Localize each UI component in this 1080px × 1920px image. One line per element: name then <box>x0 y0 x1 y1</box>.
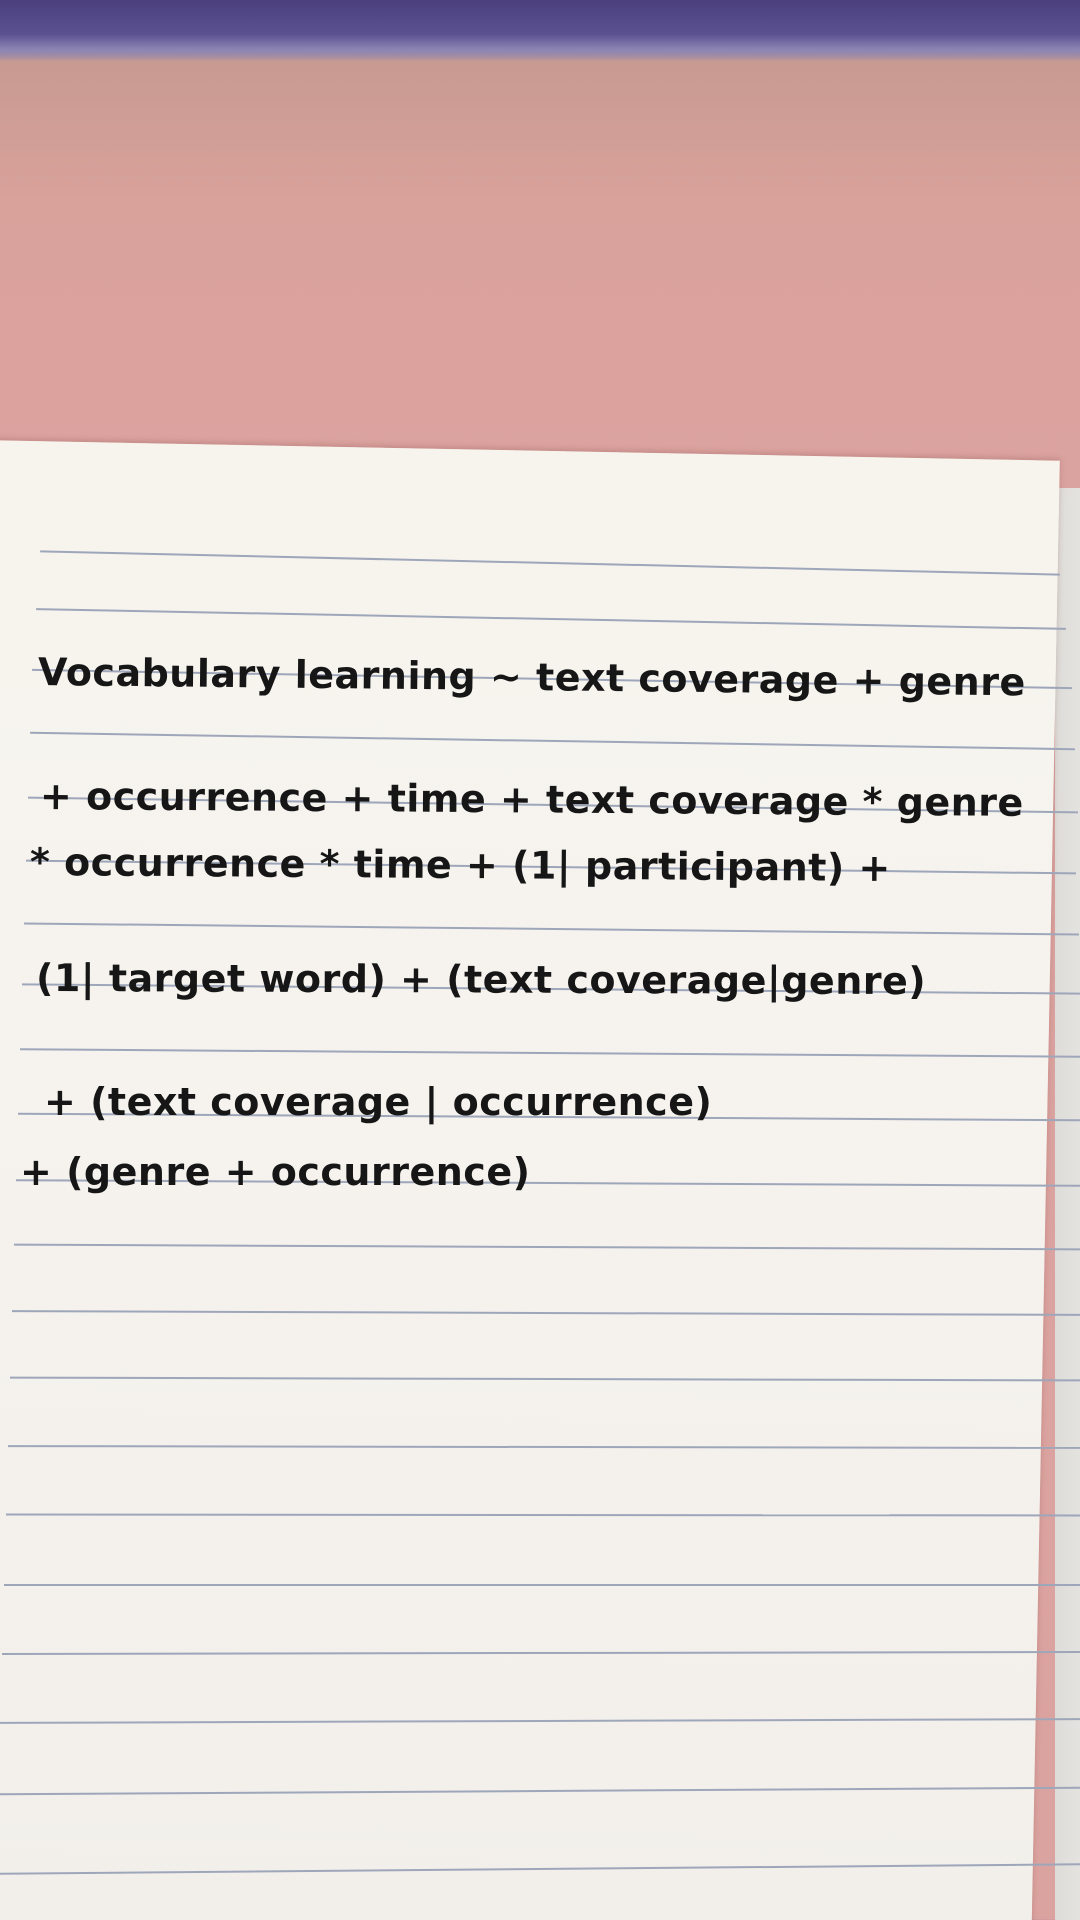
note-line-3: * occurrence * time + (1| participant) + <box>29 840 891 891</box>
note-line-4: (1| target word) + (text coverage|genre) <box>35 956 927 1004</box>
note-line-6: + (genre + occurrence) <box>20 1150 531 1194</box>
note-line-5: + (text coverage | occurrence) <box>44 1080 713 1124</box>
notebook-page-edge <box>1055 488 1080 1920</box>
fabric-background <box>0 0 1080 62</box>
note-line-2: + occurrence + time + text coverage * ge… <box>39 774 1024 825</box>
rule-line <box>4 1584 1080 1586</box>
